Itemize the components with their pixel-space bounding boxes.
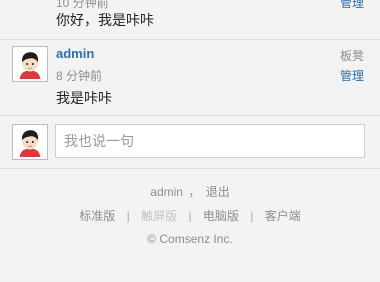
comment-time: 8 分钟前	[56, 69, 103, 83]
footer-mode-standard[interactable]: 标准版	[79, 207, 115, 224]
comment-author[interactable]: admin	[56, 46, 94, 61]
reply-input[interactable]	[55, 124, 365, 158]
footer-mode-desktop[interactable]: 电脑版	[203, 207, 239, 224]
footer-separator: |	[250, 209, 254, 223]
comment-manage-link[interactable]: 管理	[340, 67, 364, 84]
footer-divider	[0, 168, 380, 169]
footer-separator: |	[188, 209, 192, 223]
footer-copyright: © Comsenz Inc.	[147, 232, 233, 246]
footer-comma: ，	[188, 185, 201, 199]
comment-text: 我是咔咔	[56, 90, 112, 106]
default-avatar-icon	[15, 49, 45, 79]
footer-mode-switch: 标准版 | 触屏版 | 电脑版 | 客户端	[0, 207, 380, 224]
reply-avatar	[12, 124, 48, 160]
comment-divider	[0, 39, 380, 40]
footer-username-link[interactable]: admin	[150, 185, 183, 199]
footer-mode-touch: 触屏版	[141, 209, 178, 223]
footer-mode-client[interactable]: 客户端	[265, 207, 301, 224]
footer-separator: |	[126, 209, 130, 223]
comment-floor-label: 板凳	[339, 49, 364, 63]
footer-logout-link[interactable]: 退出	[206, 183, 230, 200]
previous-comment-text: 你好，我是咔咔	[56, 12, 154, 28]
comment-avatar[interactable]	[12, 46, 48, 82]
footer-user-line: admin ， 退出	[0, 183, 380, 200]
default-avatar-icon	[15, 127, 45, 157]
reply-divider	[0, 115, 380, 116]
previous-comment-manage-link[interactable]: 管理	[340, 0, 364, 11]
